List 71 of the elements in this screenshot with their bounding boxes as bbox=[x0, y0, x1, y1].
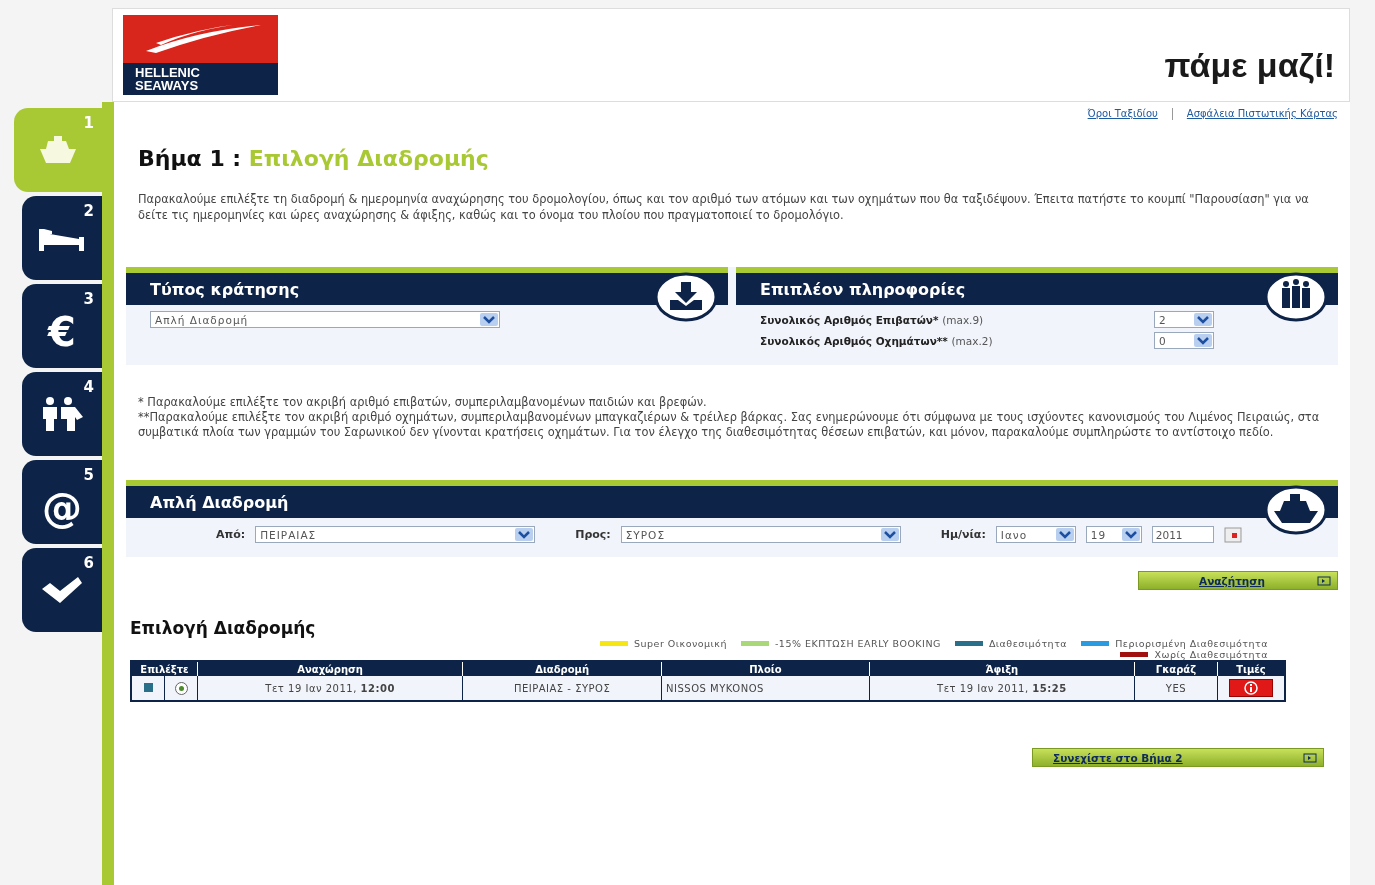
step-tab[interactable]: 6 bbox=[22, 548, 102, 632]
column-header: Διαδρομή bbox=[462, 661, 662, 676]
chevron-icon bbox=[1193, 312, 1213, 327]
table-cell: Τετ 19 Ιαν 2011, 12:00 bbox=[197, 676, 463, 701]
from-label: Από: bbox=[216, 528, 246, 541]
intro-text: Παρακαλούμε επιλέξτε τη διαδρομή & ημερομηνία αναχώρησης του δρομολογίου, όπως και τον αριθμό των ατόμων και των οχημάτων που θα ταξιδέψουν. Έπειτα πατήστε το κουμπί "Παρουσίαση" για να δείτε τις ημερομηνίες και ώρες αναχώρησης & άφιξης, καθώς και το όνομα του πλοίου που πραγματοποιεί το δρομολόγιο. bbox=[138, 191, 1310, 223]
step-tab[interactable]: 2 bbox=[22, 196, 102, 280]
to-label: Προς: bbox=[575, 528, 611, 541]
step-number: 4 bbox=[83, 378, 94, 396]
chevron-icon bbox=[879, 527, 900, 542]
ship-icon bbox=[38, 135, 78, 165]
page-title: Βήμα 1 : Επιλογή Διαδρομής bbox=[138, 146, 490, 171]
slogan: πάμε μαζί! bbox=[1164, 44, 1335, 85]
field-label: Συνολικός Αριθμός Οχημάτων** (max.2) bbox=[760, 334, 994, 347]
legend-label: Super Οικονομική bbox=[634, 638, 727, 649]
chevron-icon bbox=[514, 527, 535, 542]
legend-label: Διαθεσιμότητα bbox=[988, 638, 1068, 649]
from-select[interactable]: ΠΕΙΡΑΙΑΣ bbox=[255, 526, 536, 543]
legend-label: -15% ΕΚΠΤΩΣΗ EARLY BOOKING bbox=[774, 638, 941, 649]
month-select[interactable]: Ιανο bbox=[995, 526, 1076, 543]
step-number: 3 bbox=[83, 290, 94, 308]
note-text: * Παρακαλούμε επιλέξτε τον ακριβή αριθμό επιβατών, συμπεριλαμβανομένων παιδιών και βρεφών. bbox=[138, 395, 708, 410]
step-number: 5 bbox=[83, 466, 94, 484]
top-link[interactable]: Ασφάλεια Πιστωτικής Κάρτας bbox=[1186, 108, 1338, 120]
step-number: 1 bbox=[83, 114, 94, 132]
select-radio[interactable] bbox=[174, 681, 188, 695]
chevron-icon bbox=[1054, 527, 1075, 542]
table-cell: Τετ 19 Ιαν 2011, 15:25 bbox=[869, 676, 1135, 701]
table-cell: YES bbox=[1134, 676, 1218, 701]
chevron-icon bbox=[1120, 527, 1141, 542]
booking-type-select[interactable]: Απλή Διαδρομή bbox=[150, 311, 500, 328]
column-header: Αναχώρηση bbox=[197, 661, 463, 676]
column-header: Πλοίο bbox=[661, 661, 870, 676]
step-tab[interactable]: 4 bbox=[22, 372, 102, 456]
logo-text: SEAWAYS bbox=[135, 79, 200, 92]
legend-label: Περιορισμένη Διαθεσιμότητα bbox=[1115, 638, 1268, 649]
chevron-icon bbox=[479, 312, 499, 327]
note-text: **Παρακαλούμε επιλέξτε τον ακριβή αριθμό οχημάτων, συμπεριλαμβανομένων μπαγκαζιέρων & τρέιλερ βάρκας. Σας ενημερώνουμε ότι σύμφωνα με τους ισχύοντες κανονισμούς του Λιμένος Πειραιώς, στα συμβατικά πλοία των γραμμών του Σαρωνικού δεν γίνονται κρατήσεις οχημάτων. Για τον έλεγχο της διαθεσιμότητας θέσεων επιβατών, και μόνον, παρακαλούμε συμπληρώστε το αντίστοιχο πεδίο. bbox=[138, 410, 1321, 440]
count-select[interactable]: 0 bbox=[1154, 332, 1214, 349]
step-tab[interactable]: 3 € bbox=[22, 284, 102, 368]
section-title: Επιλογή Διαδρομής bbox=[130, 618, 317, 638]
day-select[interactable]: 19 bbox=[1085, 526, 1142, 543]
calendar-icon[interactable] bbox=[1223, 526, 1242, 543]
column-header: Επιλέξτε bbox=[131, 661, 198, 676]
step-tab[interactable]: 5 @ bbox=[22, 460, 102, 544]
panel-title: Απλή Διαδρομή bbox=[150, 492, 289, 512]
top-link[interactable]: Όροι Ταξιδίου bbox=[1087, 108, 1158, 120]
logo-text: HELLENIC bbox=[135, 66, 201, 79]
step-number: 6 bbox=[83, 554, 94, 572]
chevron-icon bbox=[1193, 333, 1213, 348]
search-button[interactable]: Αναζήτηση bbox=[1138, 571, 1338, 590]
date-label: Ημ/νία: bbox=[940, 528, 986, 541]
count-select[interactable]: 2 bbox=[1154, 311, 1214, 328]
to-select[interactable]: ΣΥΡΟΣ bbox=[620, 526, 901, 543]
step-glyph: € bbox=[48, 308, 76, 355]
legend-label: Χωρίς Διαθεσιμότητα bbox=[1154, 649, 1268, 660]
panel-title: Επιπλέον πληροφορίες bbox=[760, 279, 966, 299]
column-header: Άφιξη bbox=[869, 661, 1135, 676]
check-icon bbox=[40, 575, 84, 605]
table-cell: NISSOS MYKONOS bbox=[661, 676, 870, 701]
step-glyph: @ bbox=[42, 484, 82, 531]
continue-button[interactable]: Συνεχίστε στο Βήμα 2 bbox=[1032, 748, 1324, 767]
panel-title: Τύπος κράτησης bbox=[150, 279, 300, 299]
field-label: Συνολικός Αριθμός Επιβατών* (max.9) bbox=[760, 313, 985, 326]
step-number: 2 bbox=[83, 202, 94, 220]
price-info-button[interactable] bbox=[1229, 679, 1273, 697]
table-cell: ΠΕΙΡΑΙΑΣ - ΣΥΡΟΣ bbox=[462, 676, 662, 701]
year-field[interactable]: 2011 bbox=[1151, 526, 1214, 543]
column-header: Γκαράζ bbox=[1134, 661, 1218, 676]
column-header: Τιμές bbox=[1217, 661, 1285, 676]
info-icon bbox=[1244, 681, 1258, 695]
